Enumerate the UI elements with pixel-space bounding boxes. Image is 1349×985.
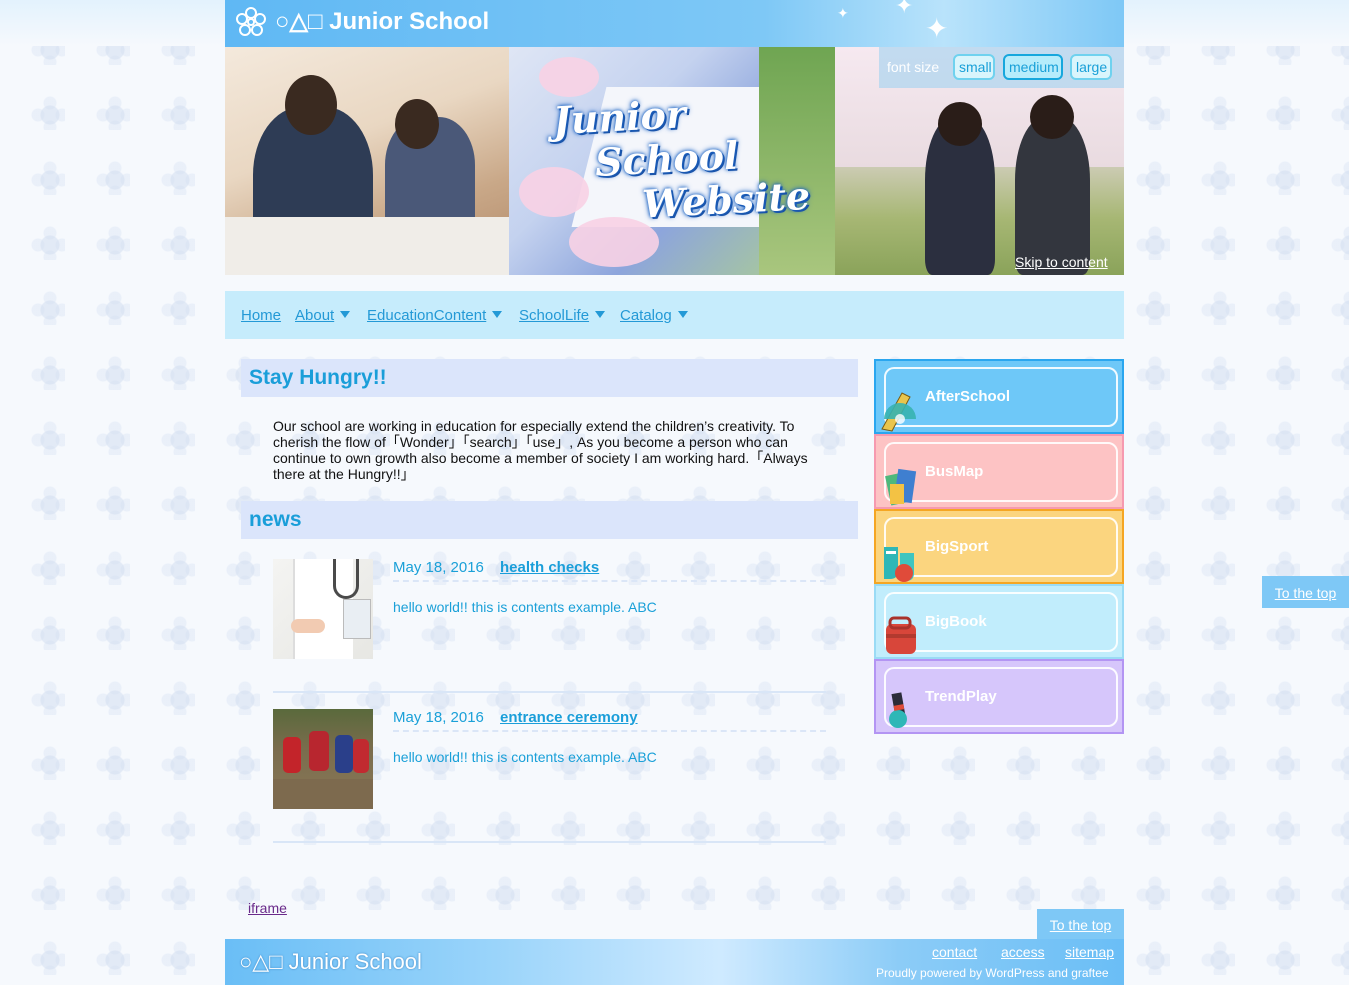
footer-link-sitemap[interactable]: sitemap xyxy=(1065,944,1114,960)
news-separator xyxy=(273,841,826,843)
to-top-floating-button[interactable]: To the top xyxy=(1262,576,1349,608)
sidebar-button-label: BigBook xyxy=(925,613,987,630)
intro-heading: Stay Hungry!! xyxy=(241,359,858,397)
doctor-photo-icon[interactable] xyxy=(273,559,373,659)
caret-down-icon xyxy=(677,310,688,318)
caret-down-icon xyxy=(340,310,351,318)
site-header: ○△□ Junior School ✦ ✦ ✦ xyxy=(225,0,1124,47)
sidebar-button-label: AfterSchool xyxy=(925,388,1011,405)
hero-photo-studying-boys xyxy=(225,47,515,275)
nav-item-about[interactable]: About xyxy=(295,307,351,324)
sidebar-button-bigbook[interactable]: BigBook xyxy=(874,584,1124,659)
school-emblem-icon xyxy=(236,7,266,36)
nav-item-label: Catalog xyxy=(620,307,672,324)
news-title-link[interactable]: health checks xyxy=(500,559,599,576)
skip-to-content-link[interactable]: Skip to content xyxy=(1015,254,1108,270)
hero-figure xyxy=(1015,117,1090,275)
footer-link-contact[interactable]: contact xyxy=(932,944,977,960)
sidebar-button-busmap[interactable]: BusMap xyxy=(874,434,1124,509)
clipboard-icon xyxy=(343,599,371,639)
nav-item-education-content[interactable]: EducationContent xyxy=(367,307,503,324)
font-size-label: font size xyxy=(887,59,940,75)
iframe-link[interactable]: iframe xyxy=(248,900,287,916)
sparkle-icon: ✦ xyxy=(925,12,949,45)
news-separator xyxy=(273,691,826,693)
caret-down-icon xyxy=(595,310,606,318)
news-title-link[interactable]: entrance ceremony xyxy=(500,709,638,726)
to-top-button[interactable]: To the top xyxy=(1037,909,1124,939)
sparkle-icon: ✦ xyxy=(837,6,849,22)
figure-red xyxy=(353,739,369,773)
sidebar-button-label: TrendPlay xyxy=(925,688,997,705)
nav-item-school-life[interactable]: SchoolLife xyxy=(519,307,606,324)
news-date: May 18, 2016 xyxy=(393,709,484,726)
hero-desk xyxy=(225,217,515,275)
hero-figure xyxy=(285,75,337,135)
news-excerpt: hello world!! this is contents example. … xyxy=(393,749,657,765)
rice-paddy xyxy=(273,779,373,809)
nav-item-label: About xyxy=(295,307,335,324)
figure-blue xyxy=(335,735,353,773)
pen-icon xyxy=(889,692,907,728)
news-excerpt: hello world!! this is contents example. … xyxy=(393,599,657,615)
figure-red xyxy=(283,737,301,773)
news-item: May 18, 2016 entrance ceremony hello wor… xyxy=(273,709,826,843)
news-item: May 18, 2016 health checks hello world!!… xyxy=(273,559,826,693)
caret-down-icon xyxy=(492,310,503,318)
main-nav: Home About EducationContent SchoolLife C… xyxy=(225,291,1124,339)
sidebar-button-afterschool[interactable]: AfterSchool xyxy=(874,359,1124,434)
hero-figure xyxy=(395,99,439,149)
sidebar-button-trendplay[interactable]: TrendPlay xyxy=(874,659,1124,734)
news-date: May 18, 2016 xyxy=(393,559,484,576)
news-divider xyxy=(393,730,826,732)
site-footer: ○△□ Junior School contact access sitemap… xyxy=(225,939,1124,985)
hero-script-title: Junior School Website xyxy=(552,85,829,231)
shoes-icon xyxy=(884,547,914,582)
news-heading: news xyxy=(241,501,858,539)
nav-item-home[interactable]: Home xyxy=(241,307,281,324)
figure-red xyxy=(309,731,329,771)
site-title-link[interactable]: ○△□ Junior School xyxy=(275,6,489,38)
nav-item-catalog[interactable]: Catalog xyxy=(620,307,688,324)
stethoscope-icon xyxy=(333,559,359,599)
ruler-protractor-icon xyxy=(881,392,916,432)
sidebar-button-label: BusMap xyxy=(925,463,984,480)
sidebar-button-bigsport[interactable]: BigSport xyxy=(874,509,1124,584)
font-size-medium-button[interactable]: medium xyxy=(1003,54,1063,80)
nav-item-label: EducationContent xyxy=(367,307,487,324)
news-divider xyxy=(393,580,826,582)
intro-text: Our school are working in education for … xyxy=(273,418,808,482)
font-size-small-button[interactable]: small xyxy=(953,54,995,80)
sparkle-icon: ✦ xyxy=(895,0,914,19)
nav-item-label: SchoolLife xyxy=(519,307,590,324)
footer-powered-by: Proudly powered by WordPress and graftee xyxy=(876,966,1109,980)
font-size-large-button[interactable]: large xyxy=(1070,54,1112,80)
school-bag-icon xyxy=(886,616,916,654)
rice-planting-photo-icon[interactable] xyxy=(273,709,373,809)
font-size-switcher: font size small medium large xyxy=(879,47,1124,88)
hero-figure xyxy=(938,102,982,146)
footer-title: ○△□ Junior School xyxy=(239,949,422,974)
notebooks-icon xyxy=(885,468,917,506)
sidebar-button-label: BigSport xyxy=(925,538,989,555)
hero-figure xyxy=(1030,95,1074,139)
footer-link-access[interactable]: access xyxy=(1001,944,1045,960)
nav-item-label: Home xyxy=(241,307,282,324)
hero-blossom xyxy=(539,57,599,97)
doctor-hand xyxy=(291,619,325,633)
